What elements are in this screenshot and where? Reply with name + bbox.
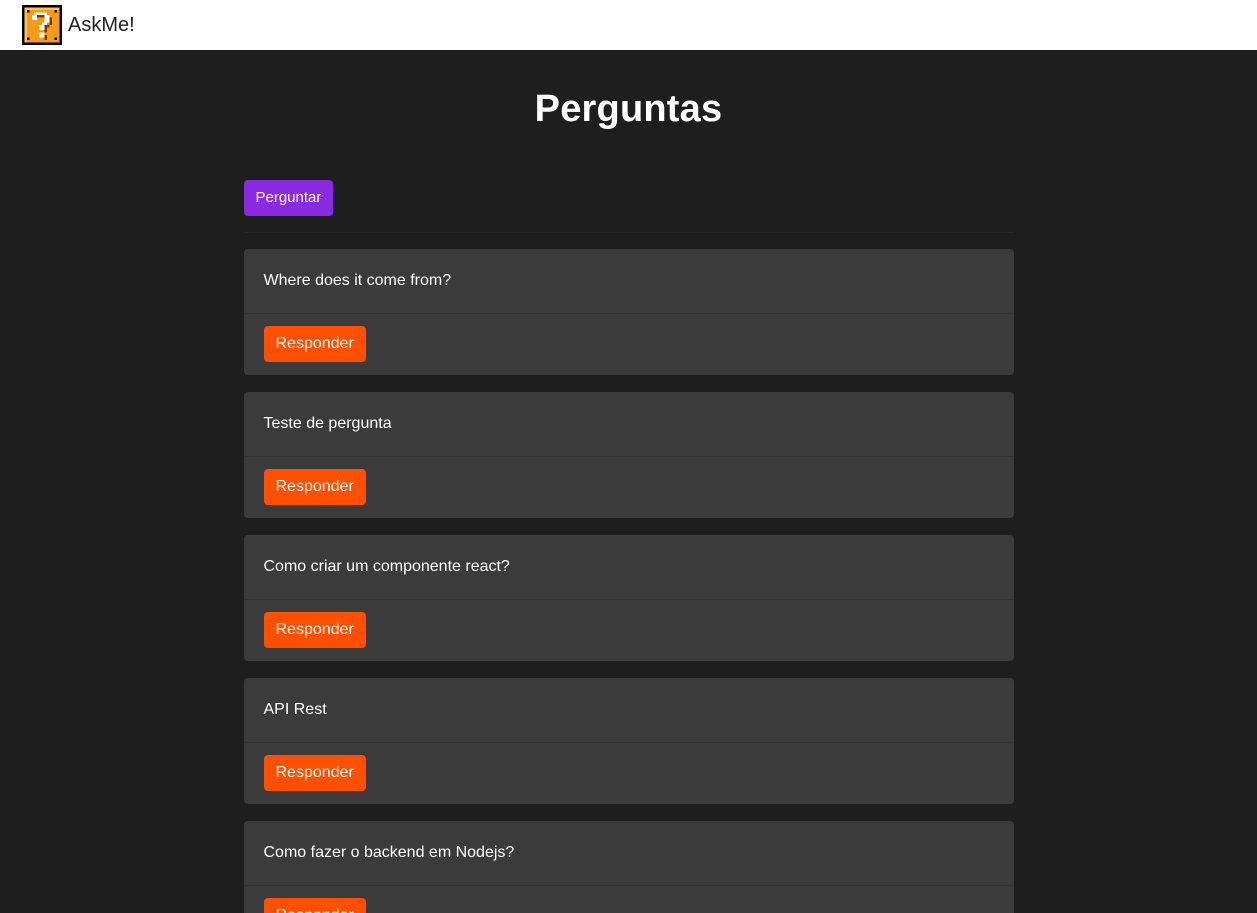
question-text: Como criar um componente react? xyxy=(243,535,1014,600)
answer-button[interactable]: Responder xyxy=(263,755,366,791)
question-card: Where does it come from? Responder xyxy=(243,249,1014,375)
question-card-footer: Responder xyxy=(244,314,1014,375)
question-card: Como criar um componente react? Responde… xyxy=(243,535,1014,661)
question-card: API Rest Responder xyxy=(243,678,1014,804)
question-text: API Rest xyxy=(243,678,1014,743)
question-card-footer: Responder xyxy=(244,886,1014,913)
question-text: Como fazer o backend em Nodejs? xyxy=(243,821,1014,886)
question-card: Como fazer o backend em Nodejs? Responde… xyxy=(243,821,1014,913)
ask-row: Perguntar xyxy=(243,180,1014,233)
main-container: Perguntas Perguntar Where does it come f… xyxy=(243,50,1014,913)
question-text: Teste de pergunta xyxy=(243,392,1014,457)
navbar: AskMe! xyxy=(0,0,1257,50)
brand-link[interactable]: AskMe! xyxy=(22,5,135,45)
question-card-footer: Responder xyxy=(244,743,1014,804)
answer-button[interactable]: Responder xyxy=(263,898,366,913)
answer-button[interactable]: Responder xyxy=(263,469,366,505)
question-card-footer: Responder xyxy=(244,457,1014,518)
questions-list: Where does it come from? Responder Teste… xyxy=(243,249,1014,913)
question-block-icon xyxy=(22,5,62,45)
question-card: Teste de pergunta Responder xyxy=(243,392,1014,518)
question-text: Where does it come from? xyxy=(243,249,1014,314)
question-card-footer: Responder xyxy=(244,600,1014,661)
answer-button[interactable]: Responder xyxy=(263,612,366,648)
page-title: Perguntas xyxy=(534,88,723,130)
answer-button[interactable]: Responder xyxy=(263,326,366,362)
ask-question-button[interactable]: Perguntar xyxy=(243,180,334,216)
brand-name: AskMe! xyxy=(68,13,135,36)
